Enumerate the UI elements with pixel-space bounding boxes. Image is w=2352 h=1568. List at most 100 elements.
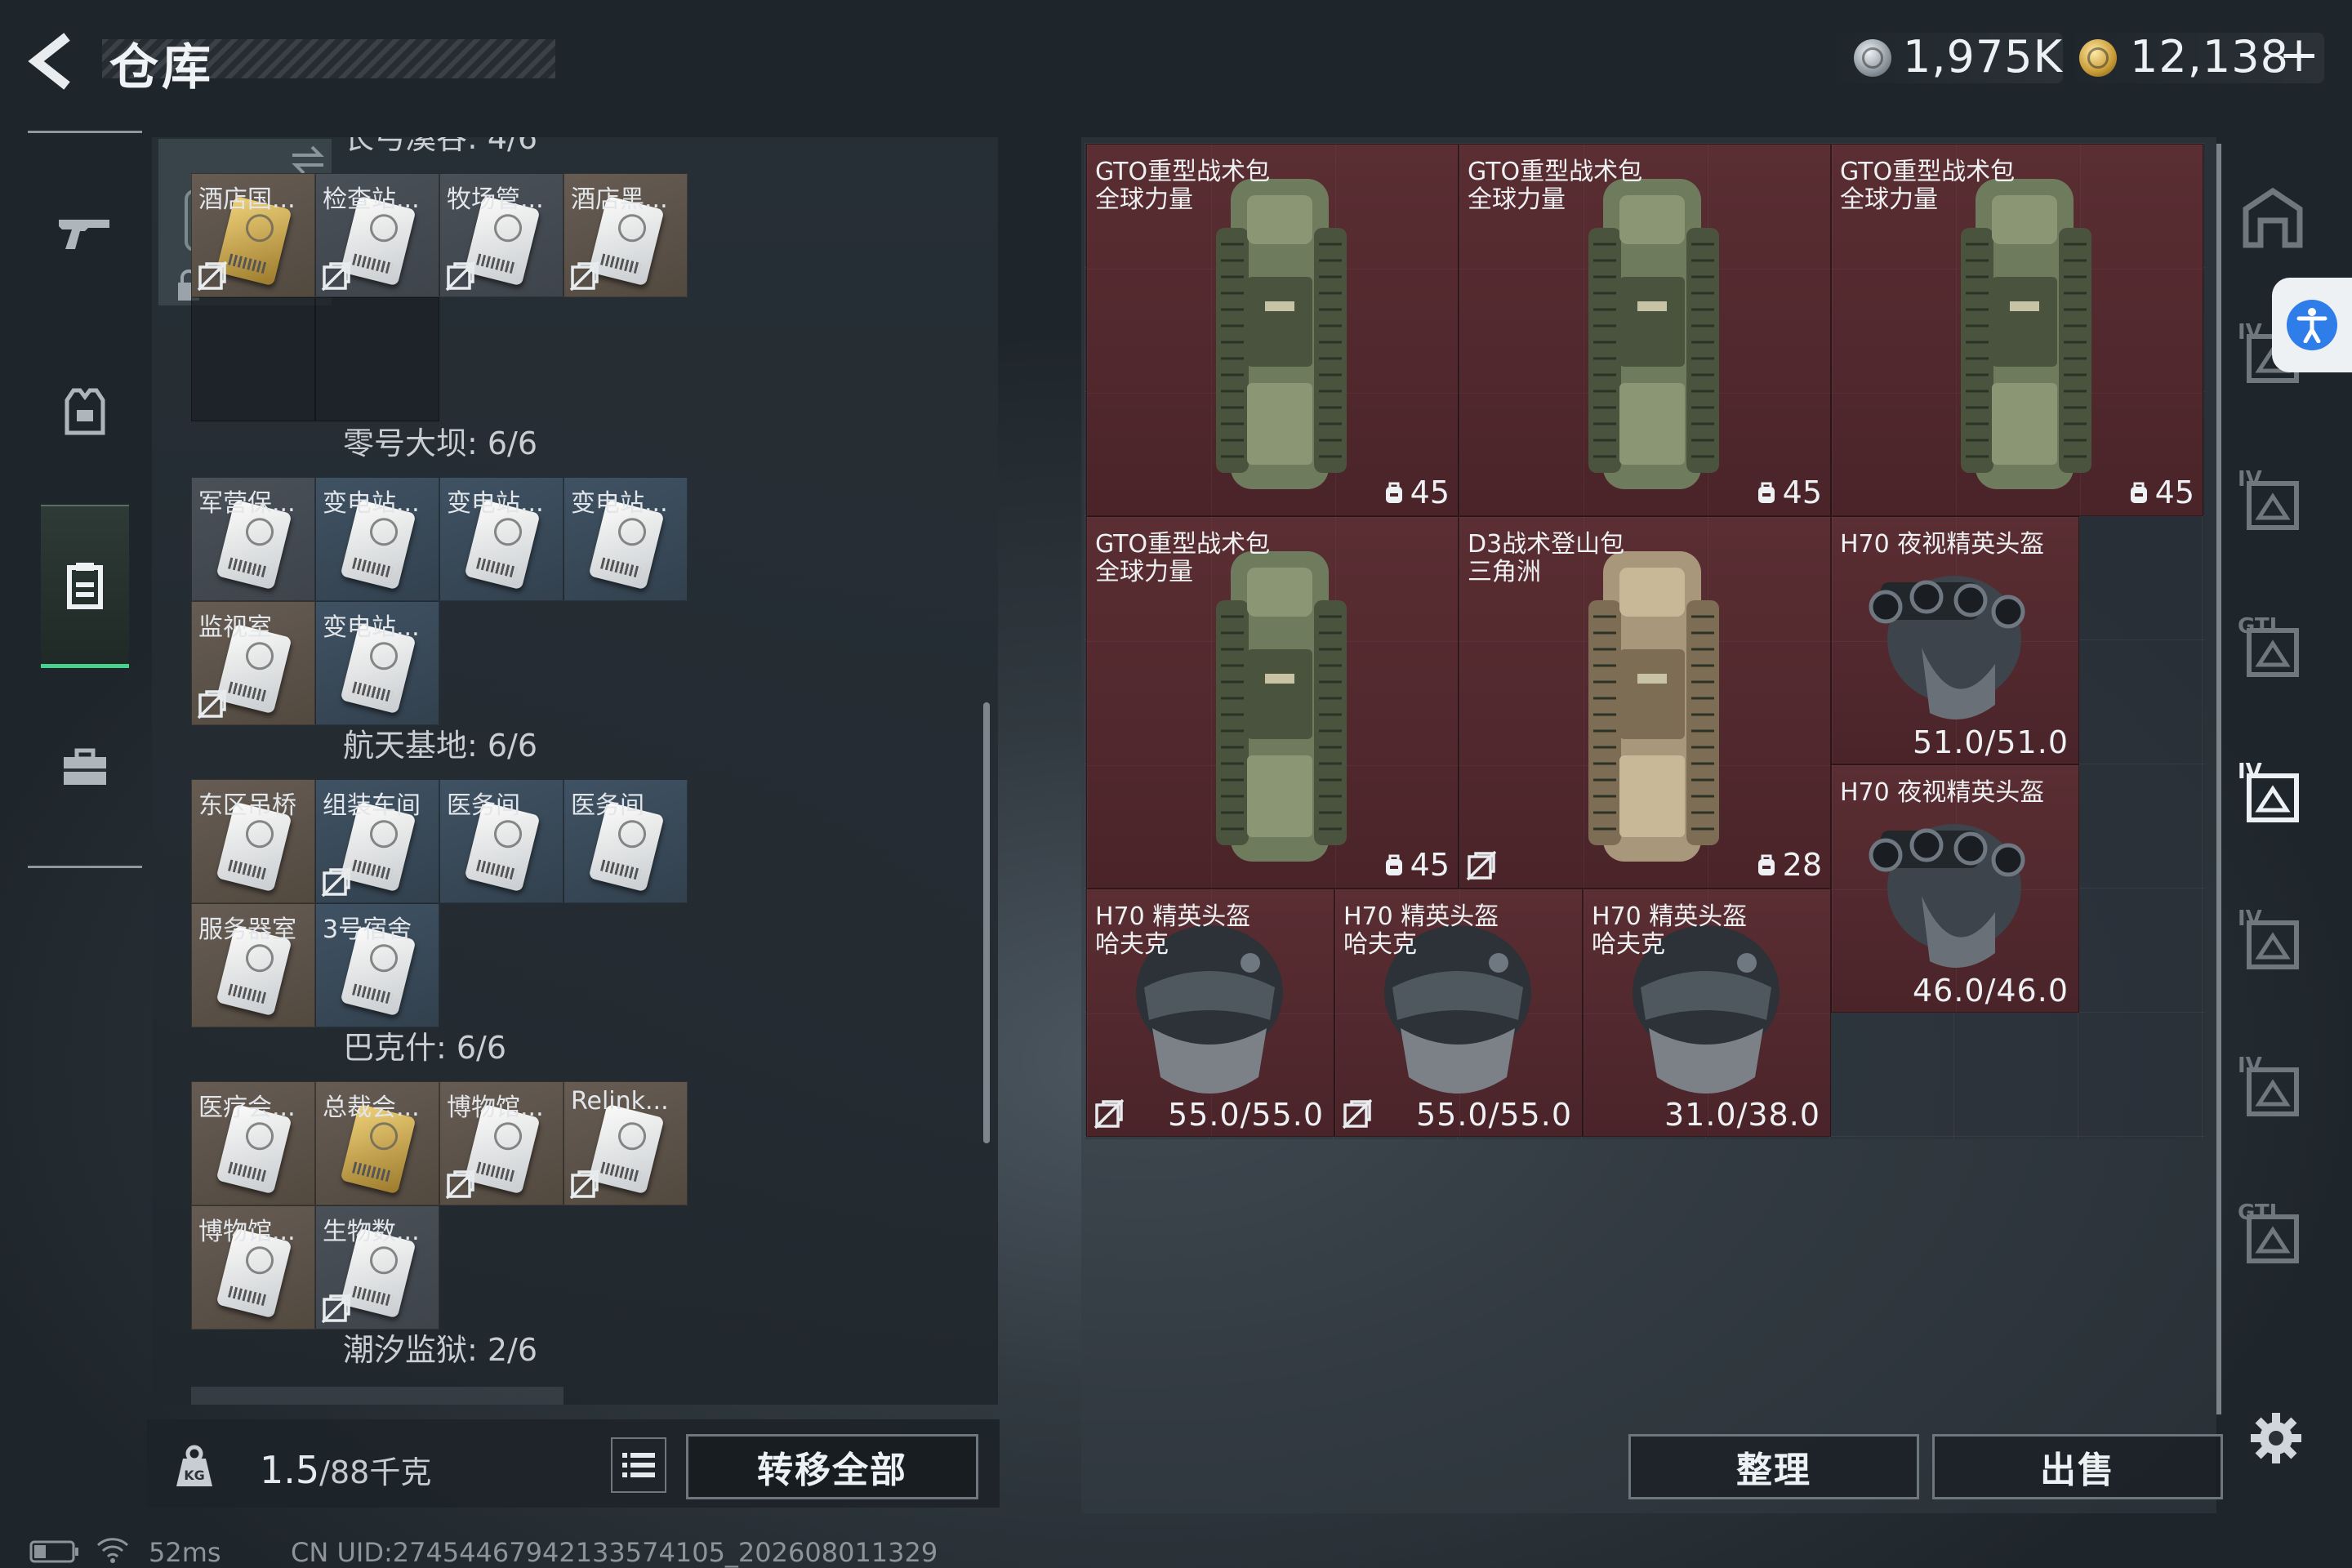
keycard-item[interactable]: 服务器室 [191, 903, 315, 1027]
keycard-label: 酒店黑... [571, 185, 668, 214]
stash-tab-8[interactable]: GTI [2238, 1200, 2316, 1279]
stash-tab-5[interactable]: IV [2238, 760, 2316, 838]
add-currency-button[interactable]: + [2278, 26, 2319, 83]
keycard-item[interactable]: 总裁会... [315, 1081, 439, 1205]
keycard-item[interactable]: 变电站... [315, 601, 439, 725]
keycard-label: 总裁会... [323, 1094, 420, 1122]
empty-key-slot[interactable] [315, 297, 439, 421]
stash-tab-4[interactable]: GTI [2238, 614, 2316, 693]
swap-icon[interactable] [289, 144, 327, 176]
stash-item[interactable]: H70 精英头盔 哈夫克 55.0/55.0 [1334, 889, 1583, 1137]
keycard-item[interactable]: 变电站... [315, 477, 439, 601]
no-trade-icon [321, 1293, 352, 1324]
backpack-green-icon [1216, 551, 1347, 862]
keycard-item[interactable]: 酒店国... [191, 173, 315, 297]
stash-item[interactable]: GTO重型战术包 全球力量 45 [1831, 144, 2203, 516]
keycard-item[interactable]: 医务间 [439, 779, 564, 903]
keycard-label: 博物馆... [198, 1218, 296, 1246]
no-trade-icon [1342, 1098, 1373, 1129]
section-title: 航天基地: 6/6 [343, 728, 538, 764]
keycard-label: 组装车间 [323, 791, 421, 820]
item-subtitle: 全球力量 [1468, 185, 1566, 214]
stash-item[interactable]: GTO重型战术包 全球力量 45 [1086, 516, 1459, 889]
keycard-item[interactable]: 酒店黑... [564, 173, 688, 297]
keycard-item[interactable]: 军营保... [191, 477, 315, 601]
gun-icon [59, 220, 109, 249]
keycard-label: 医务间 [447, 791, 520, 820]
no-trade-icon [321, 261, 352, 292]
nav-equipment[interactable] [41, 330, 129, 493]
backpack-green-icon [1588, 179, 1719, 489]
empty-key-slot[interactable] [191, 297, 315, 421]
keycard-item[interactable]: Relink... [564, 1081, 688, 1205]
keycard-item[interactable]: 牧场管... [439, 173, 564, 297]
list-icon [622, 1453, 655, 1477]
keycard-item[interactable]: 博物馆... [191, 1205, 315, 1330]
keycard-label: 医疗会... [198, 1094, 296, 1122]
keycard-item[interactable]: 3号宿舍 [315, 903, 439, 1027]
keycard-item[interactable]: 医疗会... [191, 1081, 315, 1205]
backpack-green-icon [1216, 179, 1347, 489]
backpack-capacity-icon [1385, 482, 1402, 503]
stash-tab-1[interactable] [2238, 183, 2316, 261]
keycard-item[interactable]: 东区吊桥 [191, 779, 315, 903]
keycard-label: 生物数... [323, 1218, 420, 1246]
nav-containers[interactable] [41, 505, 129, 668]
key-storage-panel: 长弓溪谷: 4/6 酒店国... 检查站... 牧场管... 酒店黑... 零号大坝: 6… [152, 137, 998, 1405]
stash-item[interactable]: GTO重型战术包 全球力量 45 [1459, 144, 1831, 516]
keycard-item[interactable]: 医务间 [564, 779, 688, 903]
durability-value: 46.0/46.0 [1912, 973, 2069, 1009]
durability-value: 55.0/55.0 [1415, 1097, 1572, 1133]
settings-gear-icon[interactable] [2247, 1410, 2305, 1467]
capacity-display: 45 [1755, 474, 1822, 510]
stash-item[interactable]: D3战术登山包 三角洲 28 [1459, 516, 1831, 889]
stash-tab-7[interactable]: IV [2238, 1054, 2316, 1132]
stash-item[interactable]: H70 精英头盔 哈夫克 31.0/38.0 [1583, 889, 1831, 1137]
item-name: H70 夜视精英头盔 [1840, 778, 2045, 807]
stash-item[interactable]: H70 夜视精英头盔 46.0/46.0 [1831, 764, 2079, 1013]
nav-weapons[interactable] [41, 152, 129, 315]
transfer-all-button[interactable]: 转移全部 [686, 1434, 978, 1499]
nav-divider-bottom [28, 866, 142, 868]
storage-scrollbar[interactable] [983, 702, 990, 1143]
keycard-label: 服务器室 [198, 915, 296, 944]
sell-button[interactable]: 出售 [1932, 1434, 2223, 1499]
list-view-button[interactable] [611, 1437, 666, 1493]
keycard-item[interactable]: 监视室 [191, 601, 315, 725]
nav-supplies[interactable] [41, 686, 129, 849]
back-button[interactable] [24, 29, 90, 94]
durability-value: 55.0/55.0 [1167, 1097, 1324, 1133]
durability-value: 51.0/51.0 [1912, 724, 2069, 760]
keycard-label: 监视室 [198, 613, 272, 642]
stash-tab-3[interactable]: IV [2238, 467, 2316, 546]
backpack-camo-icon [1588, 551, 1719, 862]
no-trade-icon [445, 261, 476, 292]
weight-current: 1.5 [260, 1448, 320, 1492]
uid-text: CN UID:2745446794213357410​5_20260801132… [291, 1537, 938, 1568]
keycard-item[interactable]: 变电站... [564, 477, 688, 601]
stash-item[interactable]: H70 夜视精英头盔 51.0/51.0 [1831, 516, 2079, 764]
backpack-capacity-icon [1385, 854, 1402, 875]
accessibility-button[interactable] [2272, 278, 2352, 372]
stash-tab-6[interactable]: IV [2238, 906, 2316, 985]
stash-item[interactable]: H70 精英头盔 哈夫克 55.0/55.0 [1086, 889, 1334, 1137]
wifi-icon [96, 1538, 129, 1563]
no-trade-icon [197, 261, 228, 292]
backpack-capacity-icon [1757, 482, 1775, 503]
gold-coin-icon [2079, 39, 2117, 77]
no-trade-icon [569, 261, 600, 292]
sort-button[interactable]: 整理 [1628, 1434, 1919, 1499]
keycard-item[interactable]: 博物馆... [439, 1081, 564, 1205]
tab-tier-label: GTI [2238, 614, 2278, 639]
keycard-label: 变电站... [447, 489, 544, 518]
keycard-item[interactable]: 生物数... [315, 1205, 439, 1330]
keycard-item[interactable]: 组装车间 [315, 779, 439, 903]
keycard-item[interactable]: 检查站... [315, 173, 439, 297]
stash-scrollbar[interactable] [2216, 144, 2221, 1414]
keycard-label: 军营保... [198, 489, 296, 518]
item-subtitle: 哈夫克 [1592, 930, 1665, 959]
keycard-item[interactable]: 变电站... [439, 477, 564, 601]
tab-tier-label: IV [2238, 906, 2262, 931]
ping-value: 52ms [149, 1537, 221, 1568]
stash-item[interactable]: GTO重型战术包 全球力量 45 [1086, 144, 1459, 516]
